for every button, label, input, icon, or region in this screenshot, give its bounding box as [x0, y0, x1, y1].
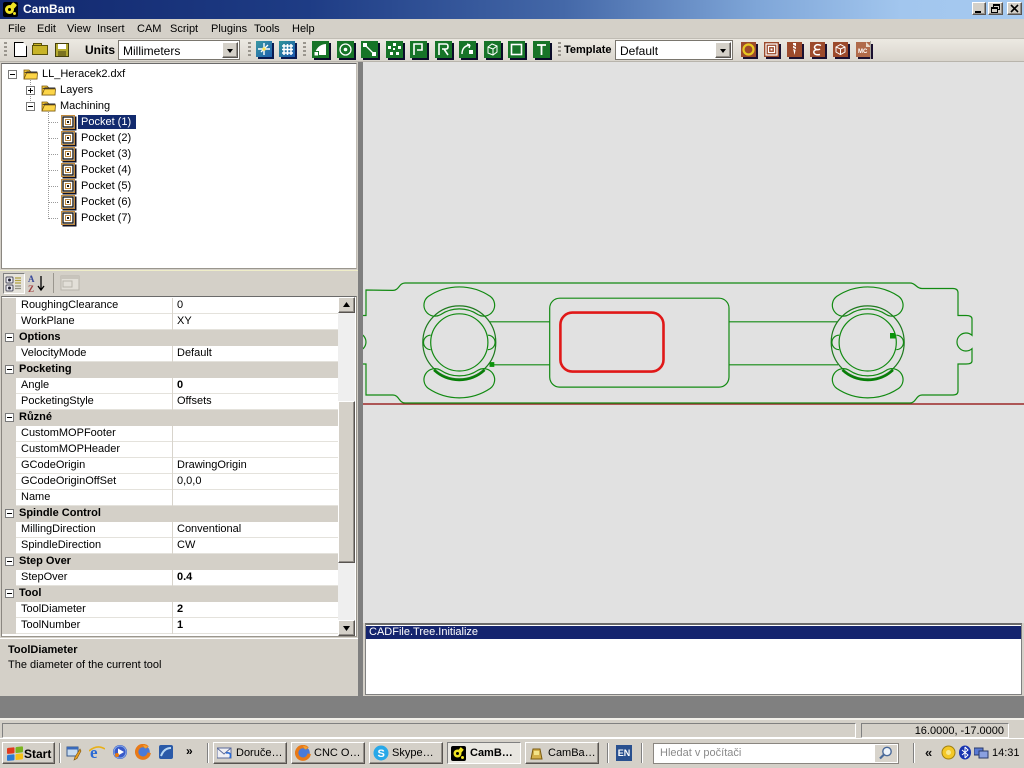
svg-text:MC: MC [858, 49, 868, 55]
svg-text:S: S [378, 748, 385, 760]
svg-text:A: A [28, 274, 35, 284]
svg-text:Z: Z [28, 284, 34, 294]
